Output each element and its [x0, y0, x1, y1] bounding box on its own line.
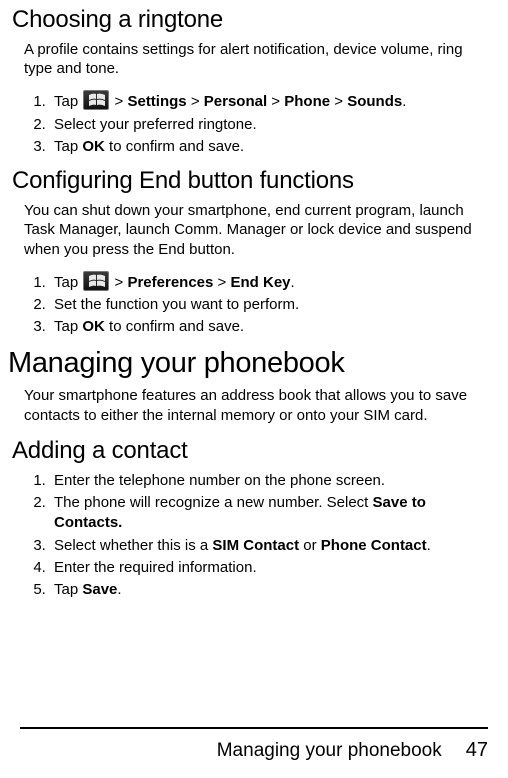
page-footer: Managing your phonebook 47: [20, 727, 488, 762]
step-item: Tap OK to confirm and save.: [50, 317, 484, 337]
paragraph: Your smartphone features an address book…: [24, 386, 484, 424]
period: .: [117, 581, 121, 598]
step-text: to confirm and save.: [105, 138, 244, 155]
heading-end-button: Configuring End button functions: [12, 167, 488, 195]
ok-label: OK: [82, 138, 105, 155]
step-item: Enter the required information.: [50, 558, 484, 578]
sep: >: [213, 274, 230, 291]
bold-label: Phone Contact: [321, 537, 427, 554]
sep: >: [187, 93, 204, 110]
period: .: [402, 93, 406, 110]
step-text: or: [299, 537, 321, 554]
windows-start-icon: [83, 271, 109, 291]
path-segment: End Key: [230, 274, 290, 291]
ok-label: OK: [82, 318, 105, 335]
path-segment: Personal: [204, 93, 267, 110]
period: .: [291, 274, 295, 291]
heading-adding-contact: Adding a contact: [12, 437, 488, 465]
step-item: Tap Save.: [50, 580, 484, 600]
heading-choosing-ringtone: Choosing a ringtone: [12, 6, 488, 34]
sep: >: [330, 93, 347, 110]
step-text: Tap: [54, 93, 82, 110]
step-item: Set the function you want to perform.: [50, 295, 484, 315]
step-item: The phone will recognize a new number. S…: [50, 493, 484, 534]
path-segment: Sounds: [347, 93, 402, 110]
step-item: Tap > Settings > Personal > Phone > Soun…: [50, 90, 484, 112]
windows-start-icon: [83, 90, 109, 110]
path-segment: Preferences: [127, 274, 213, 291]
path-segment: Settings: [127, 93, 186, 110]
step-text: The phone will recognize a new number. S…: [54, 494, 373, 511]
sep: >: [115, 274, 128, 291]
paragraph: You can shut down your smartphone, end c…: [24, 201, 484, 259]
step-text: Select whether this is a: [54, 537, 212, 554]
bold-label: Save: [82, 581, 117, 598]
step-item: Tap > Preferences > End Key.: [50, 271, 484, 293]
step-text: Tap: [54, 138, 82, 155]
step-item: Select your preferred ringtone.: [50, 115, 484, 135]
step-text: to confirm and save.: [105, 318, 244, 335]
sep: >: [267, 93, 284, 110]
bold-label: SIM Contact: [212, 537, 299, 554]
steps-list: Tap > Settings > Personal > Phone > Soun…: [24, 90, 484, 157]
step-item: Tap OK to confirm and save.: [50, 137, 484, 157]
step-item: Select whether this is a SIM Contact or …: [50, 536, 484, 556]
steps-list: Tap > Preferences > End Key. Set the fun…: [24, 271, 484, 338]
step-text: Tap: [54, 581, 82, 598]
paragraph: A profile contains settings for alert no…: [24, 40, 484, 78]
heading-managing-phonebook: Managing your phonebook: [8, 347, 488, 380]
step-item: Enter the telephone number on the phone …: [50, 471, 484, 491]
path-segment: Phone: [284, 93, 330, 110]
sep: >: [115, 93, 128, 110]
footer-section-title: Managing your phonebook: [217, 740, 442, 762]
step-text: Tap: [54, 274, 82, 291]
step-text: Tap: [54, 318, 82, 335]
page-number: 47: [466, 739, 488, 762]
steps-list: Enter the telephone number on the phone …: [24, 471, 484, 601]
period: .: [427, 537, 431, 554]
